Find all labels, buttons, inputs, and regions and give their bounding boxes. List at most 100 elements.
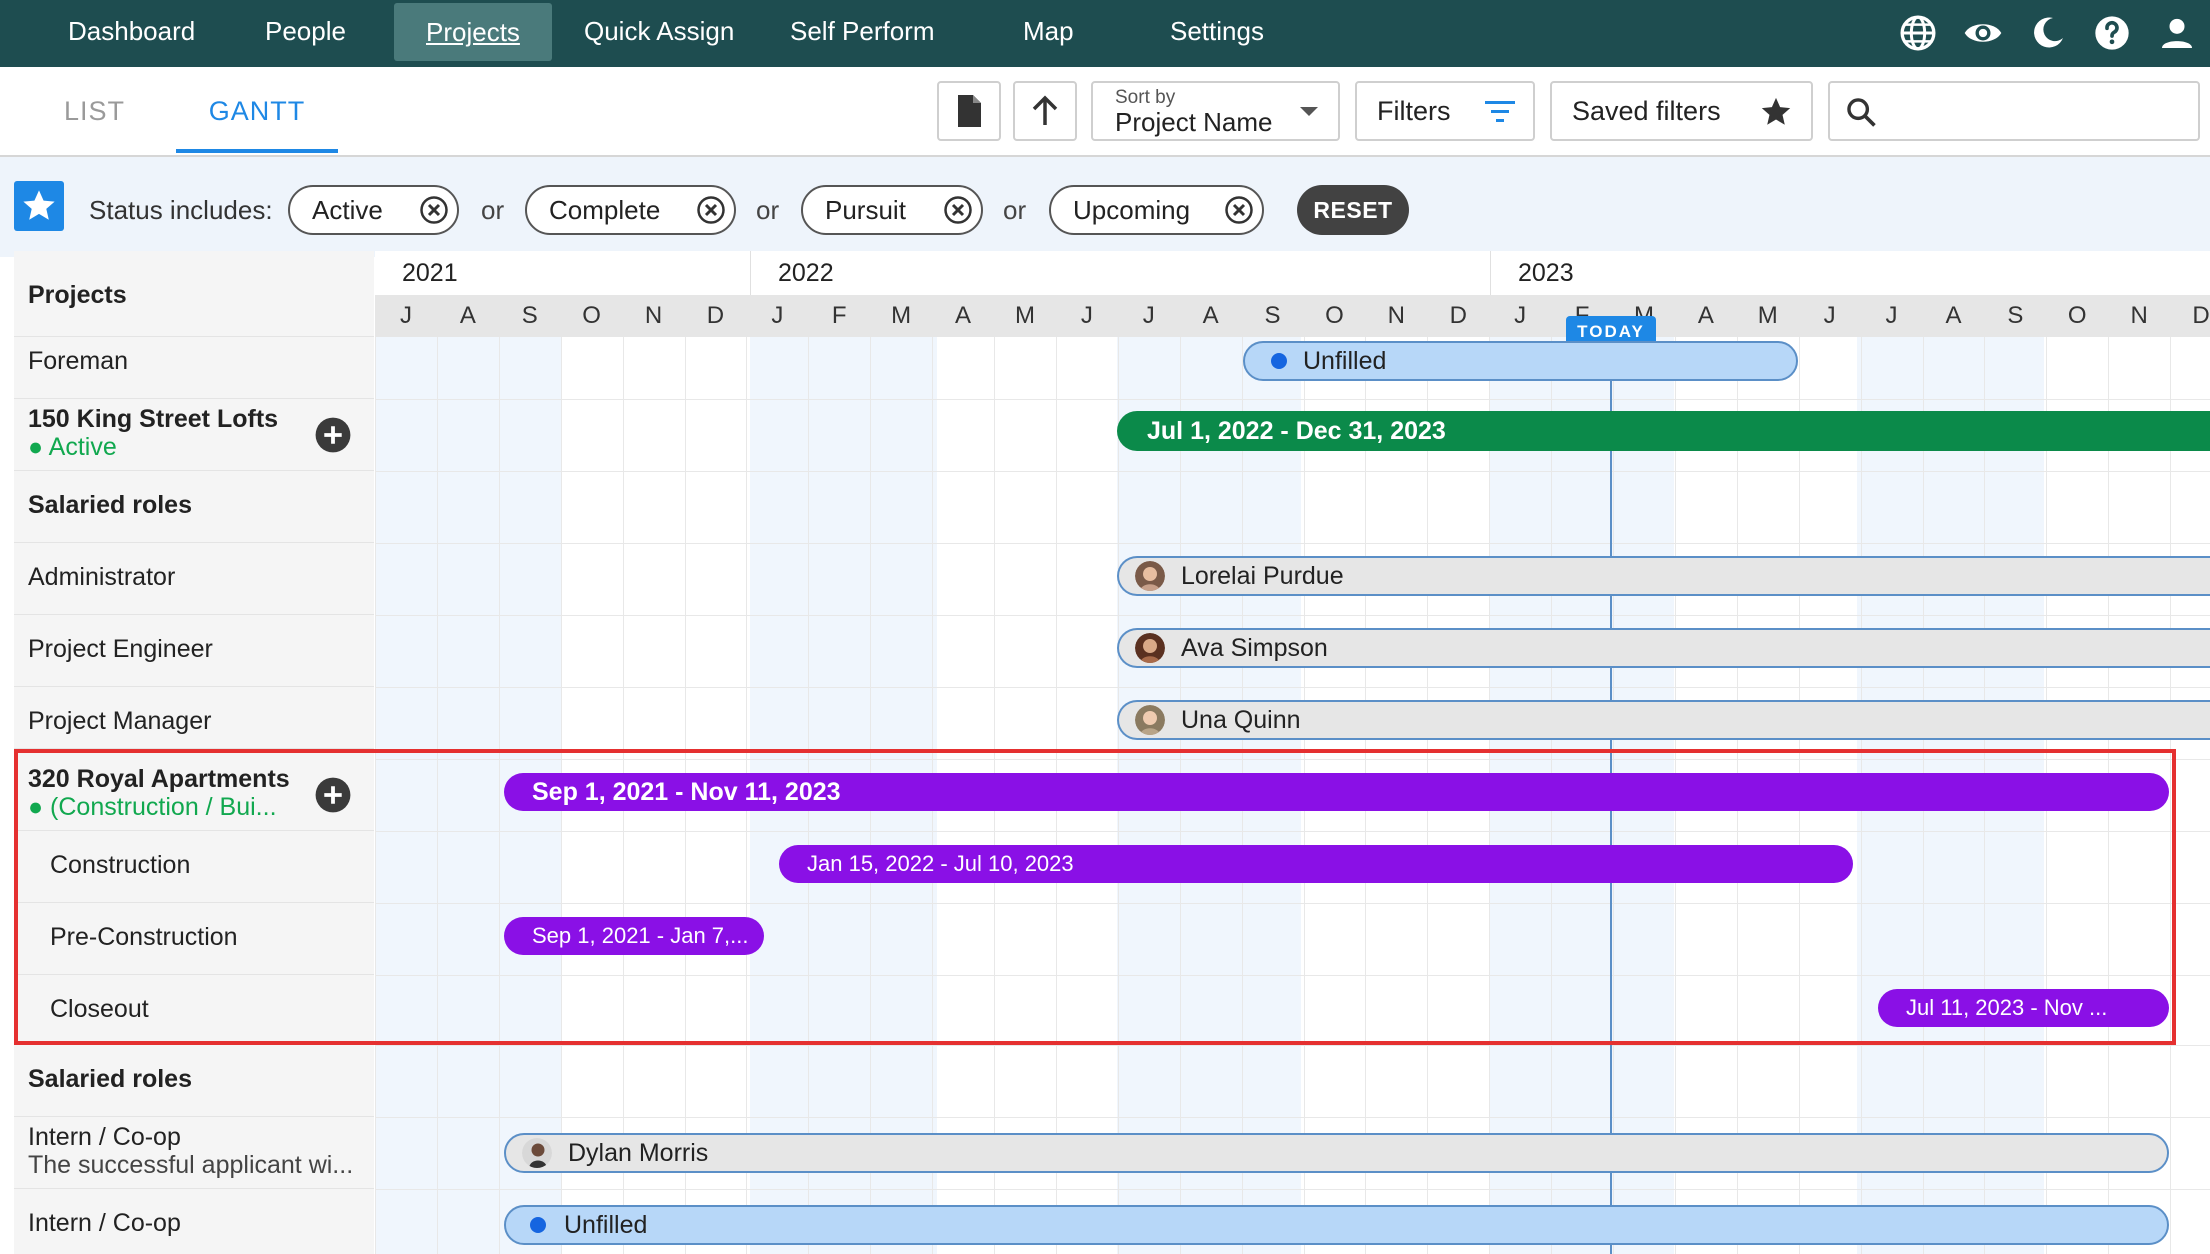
unfilled-dot: [1271, 353, 1287, 369]
chip-upcoming[interactable]: Upcoming: [1049, 185, 1264, 235]
avatar: [1135, 561, 1165, 591]
projects-header: Projects: [14, 251, 374, 337]
project-status: ● (Construction / Bui...: [28, 793, 277, 821]
sort-direction-button[interactable]: [1013, 81, 1077, 141]
bar-intern-coop-assigned[interactable]: Dylan Morris: [504, 1133, 2169, 1173]
nav-map[interactable]: Map: [1023, 0, 1074, 67]
filters-button[interactable]: Filters: [1355, 81, 1535, 141]
nav-self-perform[interactable]: Self Perform: [790, 0, 935, 67]
month-label: N: [2130, 302, 2148, 329]
nav-quick-assign[interactable]: Quick Assign: [584, 0, 734, 67]
row-divider: [375, 831, 2210, 832]
row-divider: [375, 471, 2210, 472]
bar-project-king-street[interactable]: Jul 1, 2022 - Dec 31, 2023: [1117, 411, 2210, 451]
bar-phase-closeout[interactable]: Jul 11, 2023 - Nov ...: [1878, 989, 2169, 1027]
nav-settings[interactable]: Settings: [1170, 0, 1264, 67]
avatar: [522, 1138, 552, 1168]
saved-filters-button[interactable]: Saved filters: [1550, 81, 1813, 141]
row-administrator[interactable]: Administrator: [14, 543, 374, 615]
bar-project-royal-apartments[interactable]: Sep 1, 2021 - Nov 11, 2023: [504, 773, 2169, 811]
bar-label: Una Quinn: [1181, 705, 1301, 734]
nav-dashboard[interactable]: Dashboard: [68, 0, 195, 67]
favorite-filter-button[interactable]: [14, 181, 64, 231]
chevron-down-icon: [1300, 107, 1318, 116]
row-phase-pre-construction[interactable]: Pre-Construction: [14, 903, 374, 975]
bar-label: Lorelai Purdue: [1181, 561, 1344, 590]
avatar: [1135, 633, 1165, 663]
section-title: Salaried roles: [28, 491, 192, 519]
close-circle-icon[interactable]: [1224, 195, 1254, 225]
bar-project-manager[interactable]: Una Quinn: [1117, 700, 2210, 740]
bar-project-engineer[interactable]: Ava Simpson: [1117, 628, 2210, 668]
bar-label: Unfilled: [564, 1210, 648, 1239]
sort-value: Project Name: [1115, 107, 1273, 137]
project-title: 150 King Street Lofts: [28, 405, 279, 433]
row-salaried-roles: Salaried roles: [14, 471, 374, 543]
tab-list[interactable]: LIST: [64, 67, 125, 153]
month-label: J: [771, 302, 784, 329]
add-circle-icon[interactable]: [314, 776, 352, 814]
month-label: D: [706, 302, 725, 329]
month-label: J: [1142, 302, 1155, 329]
bar-phase-construction[interactable]: Jan 15, 2022 - Jul 10, 2023: [779, 845, 1853, 883]
row-divider: [375, 903, 2210, 904]
eye-icon[interactable]: [1963, 13, 2003, 53]
row-divider: [375, 615, 2210, 616]
month-label: J: [1514, 302, 1527, 329]
status-filter-bar: Status includes: Active or Complete or P…: [0, 157, 2210, 257]
nav-projects[interactable]: Projects: [394, 3, 552, 61]
month-label: M: [891, 302, 912, 329]
project-status-label: (Construction / Bui...: [50, 793, 277, 821]
globe-icon[interactable]: [1898, 13, 1938, 53]
close-circle-icon[interactable]: [696, 195, 726, 225]
export-button[interactable]: [937, 81, 1001, 141]
row-foreman[interactable]: Foreman: [14, 337, 374, 399]
or-separator: or: [756, 195, 780, 225]
close-circle-icon[interactable]: [419, 195, 449, 225]
month-label: J: [1080, 302, 1093, 329]
bar-intern-coop-unfilled[interactable]: Unfilled: [504, 1205, 2169, 1245]
row-project-royal-apartments[interactable]: 320 Royal Apartments ● (Construction / B…: [14, 759, 374, 831]
row-title: Construction: [50, 851, 191, 879]
row-phase-construction[interactable]: Construction: [14, 831, 374, 903]
row-intern-coop[interactable]: Intern / Co-op: [14, 1189, 374, 1254]
nav-people[interactable]: People: [265, 0, 346, 67]
month-label: O: [1325, 302, 1344, 329]
filter-icon: [1485, 101, 1515, 122]
bar-phase-pre-construction[interactable]: Sep 1, 2021 - Jan 7,...: [504, 917, 764, 955]
row-project-engineer[interactable]: Project Engineer: [14, 615, 374, 687]
projects-header-label: Projects: [28, 281, 127, 309]
row-divider: [375, 759, 2210, 760]
help-icon[interactable]: [2092, 13, 2132, 53]
year-label: 2022: [750, 251, 1490, 295]
account-icon[interactable]: [2157, 13, 2197, 53]
month-label: S: [2007, 302, 2024, 329]
chip-complete[interactable]: Complete: [525, 185, 736, 235]
sort-label: Sort by: [1115, 87, 1176, 108]
row-intern-coop[interactable]: Intern / Co-op The successful applicant …: [14, 1117, 374, 1189]
tab-gantt[interactable]: GANTT: [176, 67, 338, 153]
sort-select[interactable]: Sort by Project Name: [1091, 81, 1340, 141]
bar-administrator[interactable]: Lorelai Purdue: [1117, 556, 2210, 596]
row-title: Project Manager: [28, 707, 212, 735]
chip-pursuit[interactable]: Pursuit: [801, 185, 983, 235]
month-label: S: [521, 302, 538, 329]
row-phase-closeout[interactable]: Closeout: [14, 975, 374, 1045]
chip-active[interactable]: Active: [288, 185, 459, 235]
reset-button[interactable]: RESET: [1297, 185, 1409, 235]
chip-label: Active: [312, 195, 383, 225]
filters-label: Filters: [1377, 96, 1451, 126]
row-project-manager[interactable]: Project Manager: [14, 687, 374, 749]
add-circle-icon[interactable]: [314, 416, 352, 454]
search-input[interactable]: [1828, 81, 2200, 141]
row-title: Administrator: [28, 563, 176, 591]
close-circle-icon[interactable]: [943, 195, 973, 225]
document-icon: [958, 95, 981, 127]
bar-foreman-unfilled[interactable]: Unfilled: [1243, 341, 1798, 381]
month-label: A: [459, 302, 476, 329]
row-title: Intern / Co-op: [28, 1209, 181, 1237]
moon-icon[interactable]: [2028, 13, 2068, 53]
app-root: Dashboard People Projects Quick Assign S…: [0, 0, 2210, 1254]
row-project-king-street[interactable]: 150 King Street Lofts ● Active: [14, 399, 374, 471]
month-label: J: [399, 302, 412, 329]
